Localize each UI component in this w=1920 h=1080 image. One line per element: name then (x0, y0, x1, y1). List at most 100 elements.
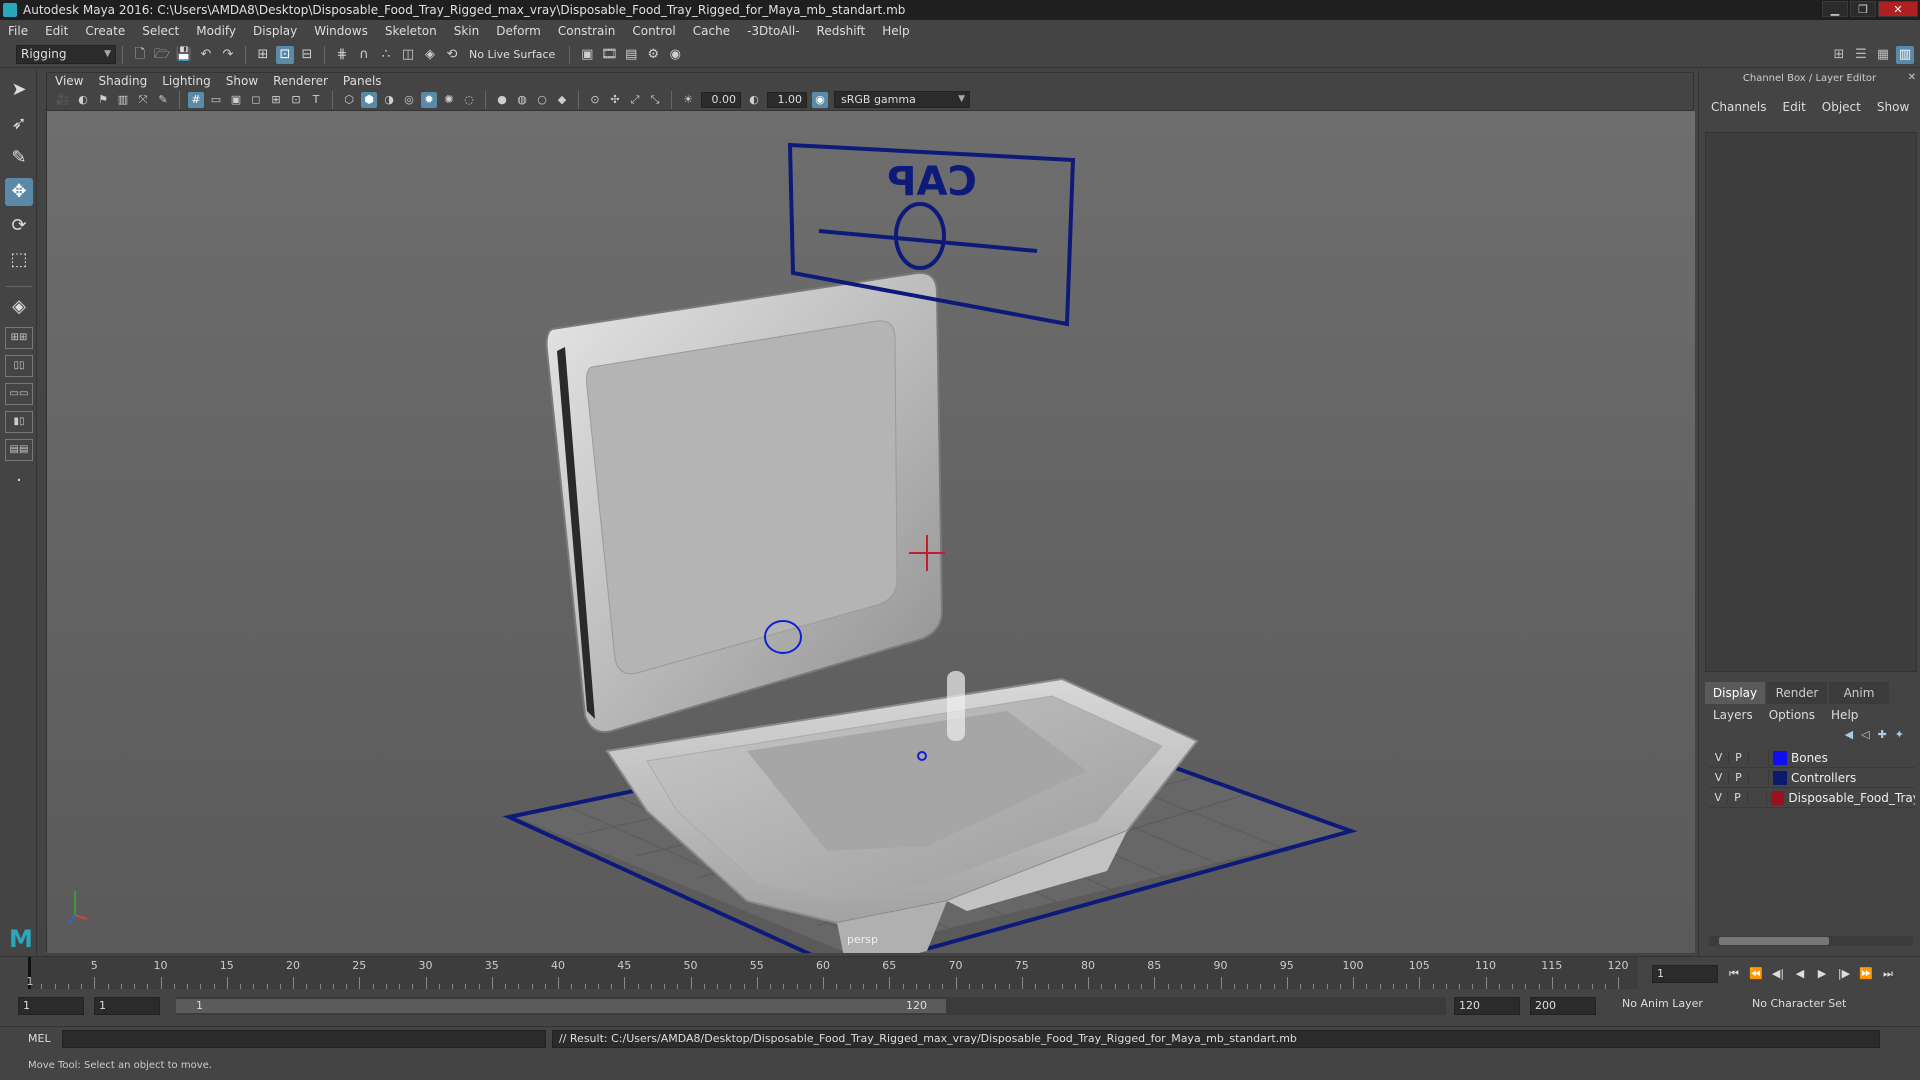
paint-select-tool-icon[interactable]: ✎ (5, 144, 33, 172)
current-frame-field[interactable]: 1 (1652, 965, 1718, 983)
snap-grid-icon[interactable]: ⋕ (333, 46, 351, 64)
tool-settings-icon[interactable]: ▦ (1874, 46, 1892, 64)
layer-color-swatch[interactable] (1773, 770, 1787, 785)
viewport-menu-view[interactable]: View (55, 74, 83, 88)
render-frame-icon[interactable]: 🎞 (600, 46, 618, 64)
tab-render[interactable]: Render (1767, 682, 1827, 704)
channel-box-icon[interactable]: ▥ (1896, 46, 1914, 64)
menu-select[interactable]: Select (142, 24, 179, 38)
side-by-side-layout-button[interactable]: ▯▯ (5, 355, 33, 377)
render-settings-icon[interactable]: ⚙ (644, 46, 662, 64)
film-gate-icon[interactable]: ▭ (208, 92, 224, 108)
layer-playback-toggle[interactable]: P (1729, 771, 1749, 784)
xray-joints-icon[interactable]: ✣ (607, 92, 623, 108)
move-layer-up-icon[interactable]: ◀ (1845, 728, 1853, 741)
ipr-render-icon[interactable]: ▤ (622, 46, 640, 64)
motion-blur-icon[interactable]: ◍ (514, 92, 530, 108)
menu-skeleton[interactable]: Skeleton (385, 24, 437, 38)
ambient-occlusion-icon[interactable]: ● (494, 92, 510, 108)
layer-menu-help[interactable]: Help (1831, 708, 1858, 722)
select-hierarchy-icon[interactable]: ⊞ (254, 46, 272, 64)
mel-command-input[interactable] (62, 1030, 546, 1048)
layer-display-type[interactable] (1749, 748, 1769, 767)
wireframe-icon[interactable]: ⬡ (341, 92, 357, 108)
step-forward-key-icon[interactable]: ⏩ (1858, 966, 1874, 982)
xray-icon[interactable]: ◌ (461, 92, 477, 108)
resolution-gate-icon[interactable]: ▣ (228, 92, 244, 108)
camera-attributes-icon[interactable]: ◐ (75, 92, 91, 108)
2d-pan-zoom-icon[interactable]: ⤧ (135, 92, 151, 108)
undo-icon[interactable]: ↶ (197, 46, 215, 64)
textured-icon[interactable]: ◎ (401, 92, 417, 108)
four-view-layout-button[interactable]: ⊞⊞ (5, 327, 33, 349)
grease-pencil-icon[interactable]: ✎ (155, 92, 171, 108)
layer-visibility-toggle[interactable]: V (1709, 771, 1729, 784)
more-layouts-icon[interactable]: · (5, 467, 33, 495)
select-tool-icon[interactable]: ➤ (5, 76, 33, 104)
layer-color-swatch[interactable] (1770, 790, 1785, 805)
smooth-shade-icon[interactable]: ⬢ (361, 91, 377, 108)
snap-view-plane-icon[interactable]: ◫ (399, 46, 417, 64)
time-ruler[interactable]: 1 5 10 15 20 25 30 35 40 45 50 55 60 65 70 75 80 85 90 95 1… (27, 957, 1638, 989)
character-set-dropdown[interactable]: No Character Set (1752, 997, 1846, 1010)
menu-file[interactable]: File (8, 24, 28, 38)
field-chart-icon[interactable]: ⊞ (268, 92, 284, 108)
hypershade-layout-button[interactable]: ▤▤ (5, 439, 33, 461)
frame-all-icon[interactable]: ⤢ (627, 92, 643, 108)
channel-list-area[interactable] (1705, 132, 1917, 672)
bookmark-icon[interactable]: ⚑ (95, 92, 111, 108)
hypershade-icon[interactable]: ◉ (666, 46, 684, 64)
menu-3dtoall[interactable]: -3DtoAll- (747, 24, 799, 38)
layer-playback-toggle[interactable]: P (1728, 791, 1748, 804)
color-management-icon[interactable]: ◉ (812, 91, 828, 108)
menu-control[interactable]: Control (632, 24, 675, 38)
snap-live-icon[interactable]: ⟲ (443, 46, 461, 64)
menu-windows[interactable]: Windows (314, 24, 368, 38)
menu-redshift[interactable]: Redshift (817, 24, 866, 38)
lights-icon[interactable]: ✹ (421, 91, 437, 108)
layer-row-bones[interactable]: V P Bones (1709, 748, 1915, 768)
snap-curve-icon[interactable]: ∩ (355, 46, 373, 64)
isolate-select-icon[interactable]: ⊙ (587, 92, 603, 108)
anim-layer-dropdown[interactable]: No Anim Layer (1622, 997, 1703, 1010)
layer-menu-options[interactable]: Options (1769, 708, 1815, 722)
scale-tool-icon[interactable]: ⬚ (5, 246, 33, 274)
camera-icon[interactable]: 🎥 (55, 92, 71, 108)
menu-display[interactable]: Display (253, 24, 297, 38)
anti-aliasing-icon[interactable]: ○ (534, 92, 550, 108)
menu-set-dropdown[interactable]: Rigging ▼ (16, 45, 116, 64)
modeling-toolkit-icon[interactable]: ⊞ (1830, 46, 1848, 64)
close-icon[interactable]: ✕ (1908, 72, 1916, 83)
step-back-key-icon[interactable]: ⏪ (1748, 966, 1764, 982)
step-forward-frame-icon[interactable]: |▶ (1836, 966, 1852, 982)
move-tool-icon[interactable]: ✥ (5, 178, 33, 206)
image-plane-icon[interactable]: ▥ (115, 92, 131, 108)
select-object-icon[interactable]: ⊡ (276, 45, 294, 64)
gamma-field[interactable]: 1.00 (767, 91, 807, 108)
go-to-start-icon[interactable]: ⏮ (1726, 966, 1742, 982)
snap-point-icon[interactable]: ∴ (377, 46, 395, 64)
viewport-panel[interactable]: View Shading Lighting Show Renderer Pane… (46, 72, 1695, 974)
render-view-icon[interactable]: ▣ (578, 46, 596, 64)
tab-display[interactable]: Display (1705, 682, 1765, 704)
exposure-field[interactable]: 0.00 (701, 91, 741, 108)
layer-visibility-toggle[interactable]: V (1709, 791, 1729, 804)
viewport-menu-shading[interactable]: Shading (98, 74, 147, 88)
animation-start-field[interactable]: 1 (18, 997, 84, 1015)
viewport-menu-renderer[interactable]: Renderer (273, 74, 328, 88)
shadows-icon[interactable]: ✺ (441, 92, 457, 108)
scrollbar-thumb[interactable] (1719, 937, 1829, 945)
playback-start-field[interactable]: 1 (94, 997, 160, 1015)
maximize-button[interactable]: ❐ (1850, 1, 1876, 17)
step-back-frame-icon[interactable]: ◀| (1770, 966, 1786, 982)
script-language-toggle[interactable]: MEL (28, 1032, 51, 1045)
new-layer-from-selection-icon[interactable]: ✦ (1895, 728, 1904, 741)
save-scene-icon[interactable]: 💾 (175, 46, 193, 64)
persp-graph-layout-button[interactable]: ▭▭ (5, 383, 33, 405)
range-slider-fill[interactable] (176, 999, 946, 1013)
redo-icon[interactable]: ↷ (219, 46, 237, 64)
frame-selection-icon[interactable]: ⤡ (647, 92, 663, 108)
viewport-menu-show[interactable]: Show (226, 74, 258, 88)
layer-row-disposable-food-tray[interactable]: V P Disposable_Food_Tray (1709, 788, 1915, 808)
go-to-end-icon[interactable]: ⏭ (1880, 966, 1896, 982)
